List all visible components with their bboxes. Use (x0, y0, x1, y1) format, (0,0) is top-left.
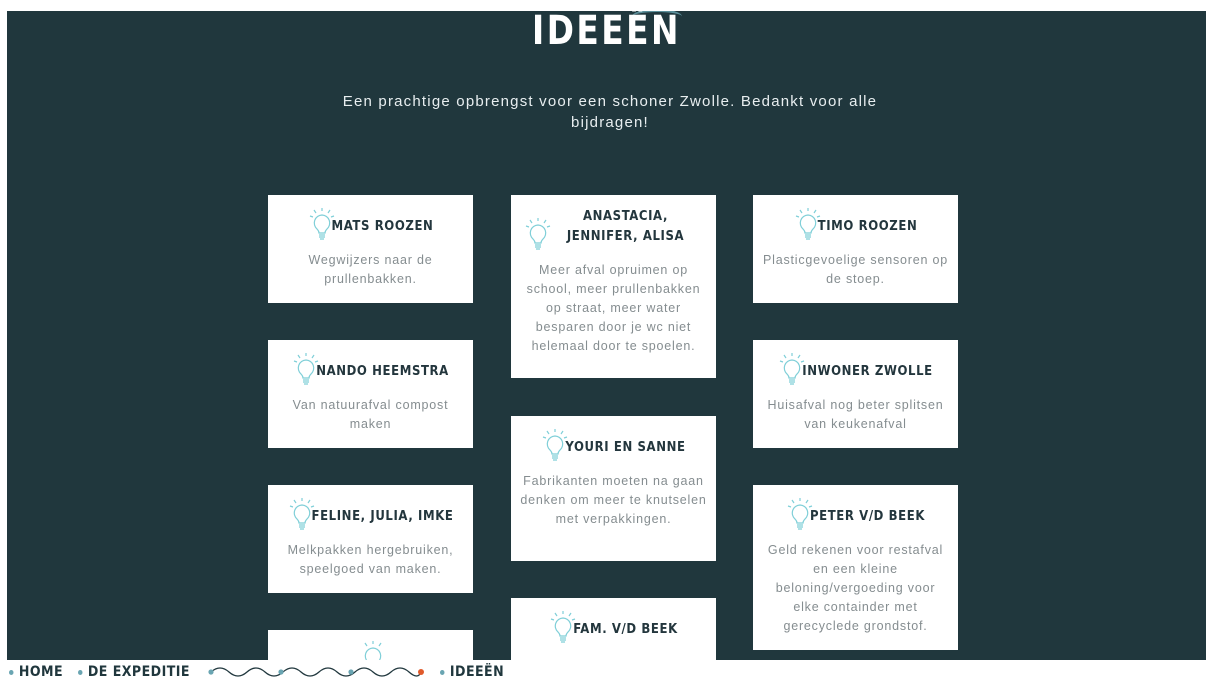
card-name: INWONER ZWOLLE (802, 364, 933, 379)
card-text: Fabrikanten moeten na gaan denken om mee… (520, 474, 707, 526)
card-text: Meer afval opruimen op school, meer prul… (526, 263, 701, 353)
dot-icon (78, 669, 83, 675)
page-title: IDEEËN (532, 11, 681, 54)
idea-card: FELINE, JULIA, IMKE Melkpakken hergebrui… (268, 485, 473, 593)
idea-card: YOURI EN SANNE Fabrikanten moeten na gaa… (511, 416, 716, 561)
wave-progress-icon (207, 667, 424, 677)
idea-card: NANDO HEEMSTRA Van natuurafval compost m… (268, 340, 473, 448)
nav-expeditie-label: DE EXPEDITIE (88, 664, 191, 680)
content-area: IDEEËN Een prachtige opbrengst voor een … (7, 11, 1206, 684)
nav-ideeen-label: IDEEËN (449, 664, 504, 680)
card-text: Huisafval nog beter splitsen van keukena… (767, 398, 944, 431)
card-name: FELINE, JULIA, IMKE (311, 509, 454, 524)
card-name: PETER V/D BEEK (809, 509, 926, 524)
card-name: NANDO HEEMSTRA (316, 364, 449, 379)
card-text: Wegwijzers naar de prullenbakken. (308, 253, 433, 286)
idea-card: MATS ROOZEN Wegwijzers naar de prullenba… (268, 195, 473, 303)
idea-card: ANASTACIA, JENNIFER, ALISA Meer afval op… (511, 195, 716, 378)
nav-home[interactable]: HOME (9, 664, 63, 680)
card-name: MATS ROOZEN (331, 219, 434, 234)
card-text: Van natuurafval compost maken (292, 398, 449, 431)
card-name: YOURI EN SANNE (565, 440, 686, 455)
dot-icon (439, 669, 445, 675)
nav-de-expeditie[interactable]: DE EXPEDITIE (78, 664, 190, 680)
bottom-navigation: HOME DE EXPEDITIE IDEEËN (0, 660, 1206, 684)
card-text: Melkpakken hergebruiken, speelgoed van m… (287, 543, 454, 576)
card-text: Plasticgevoelige sensoren op de stoep. (762, 253, 948, 286)
card-name: ANASTACIA, JENNIFER, ALISA (566, 209, 685, 244)
idea-card: PETER V/D BEEK Geld rekenen voor restafv… (753, 485, 958, 650)
dot-icon (9, 669, 14, 675)
intro-text: Een prachtige opbrengst voor een schoner… (342, 93, 878, 131)
card-name: TIMO ROOZEN (817, 219, 918, 234)
idea-card: INWONER ZWOLLE Huisafval nog beter split… (753, 340, 958, 448)
nav-ideeen[interactable]: IDEEËN (439, 664, 504, 680)
card-name: FAM. V/D BEEK (573, 622, 678, 637)
idea-card: TIMO ROOZEN Plasticgevoelige sensoren op… (753, 195, 958, 303)
card-text: Geld rekenen voor restafval en een klein… (767, 543, 944, 633)
nav-home-label: HOME (18, 664, 64, 680)
